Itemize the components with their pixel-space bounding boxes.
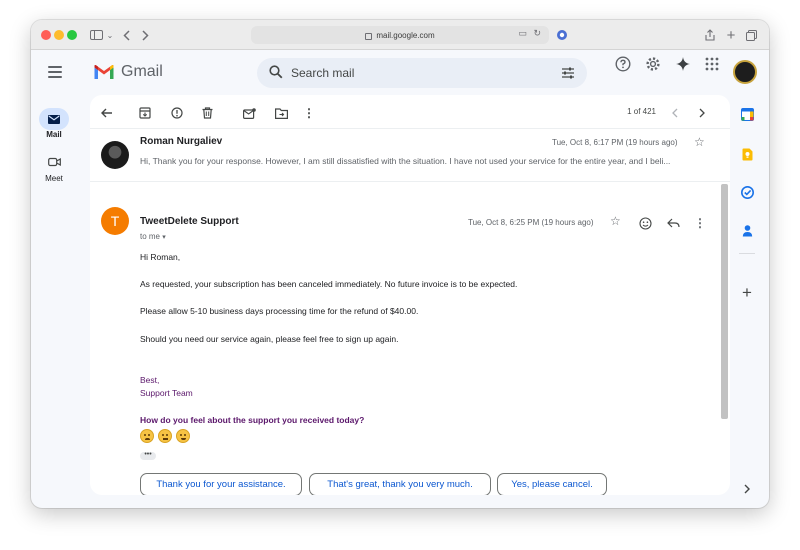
gmail-logo[interactable]: Gmail — [93, 63, 163, 81]
body-paragraph: Should you need our service again, pleas… — [140, 334, 399, 344]
tasks-app-icon[interactable] — [733, 181, 761, 203]
tab-overview-icon[interactable] — [744, 26, 758, 44]
rail-divider — [739, 253, 755, 254]
archive-icon[interactable] — [136, 104, 154, 122]
extension-icon[interactable] — [555, 26, 569, 44]
message-date: Tue, Oct 8, 6:25 PM (19 hours ago) — [468, 218, 594, 227]
body-greeting: Hi Roman, — [140, 252, 181, 262]
add-reaction-icon[interactable] — [634, 212, 656, 234]
browser-window: ⌄ mail.google.com ▭ ↻ + Gmail Search mai… — [31, 20, 769, 508]
recipient-text: to me — [140, 232, 161, 241]
feedback-question: How do you feel about the support you re… — [140, 415, 365, 425]
move-to-folder-icon[interactable] — [272, 104, 290, 122]
sidebar-toggle-icon[interactable] — [85, 26, 107, 44]
body-paragraph: As requested, your subscription has been… — [140, 279, 518, 289]
nav-meet-button[interactable] — [39, 151, 69, 173]
reply-icon[interactable] — [662, 212, 684, 234]
forward-icon[interactable] — [138, 26, 152, 44]
contacts-app-icon[interactable] — [733, 219, 761, 241]
message-more-icon[interactable]: ⋮ — [689, 212, 711, 234]
search-bar[interactable]: Search mail — [257, 58, 587, 88]
signature-line: Support Team — [140, 388, 193, 398]
neutral-face-icon[interactable] — [158, 429, 172, 443]
url-text: mail.google.com — [376, 30, 435, 40]
search-options-icon[interactable] — [561, 66, 575, 84]
message-date: Tue, Oct 8, 6:17 PM (19 hours ago) — [552, 138, 678, 147]
close-window-button[interactable] — [41, 30, 51, 40]
reload-icon[interactable]: ▭ ↻ — [518, 28, 543, 39]
address-bar[interactable]: mail.google.com ▭ ↻ — [251, 26, 549, 44]
main-menu-icon[interactable] — [48, 66, 62, 78]
gmail-m-icon — [94, 64, 114, 79]
gmail-wordmark: Gmail — [121, 63, 163, 80]
star-icon[interactable]: ☆ — [610, 214, 621, 228]
sender-avatar — [101, 141, 129, 169]
chevron-down-icon[interactable]: ⌄ — [106, 26, 114, 44]
help-icon[interactable] — [612, 53, 634, 75]
scrollbar-thumb[interactable] — [721, 184, 728, 419]
lock-icon — [365, 32, 373, 40]
back-icon[interactable] — [119, 26, 133, 44]
back-to-inbox-icon[interactable] — [98, 104, 116, 122]
nav-meet-label: Meet — [45, 174, 63, 183]
sad-face-icon[interactable] — [140, 429, 154, 443]
older-chevron-icon[interactable] — [693, 104, 711, 122]
delete-trash-icon[interactable] — [198, 104, 216, 122]
nav-mail-label: Mail — [46, 130, 62, 139]
mark-unread-icon[interactable] — [240, 104, 258, 122]
more-actions-icon[interactable]: ⋮ — [300, 104, 318, 122]
search-input[interactable]: Search mail — [291, 66, 354, 80]
body-paragraph: Please allow 5-10 business days processi… — [140, 306, 419, 316]
video-camera-icon — [47, 157, 61, 167]
report-spam-icon[interactable] — [168, 104, 186, 122]
message-snippet: Hi, Thank you for your response. However… — [140, 156, 671, 166]
fullscreen-window-button[interactable] — [67, 30, 77, 40]
newer-chevron-icon[interactable] — [666, 104, 684, 122]
sender-avatar: T — [101, 207, 129, 235]
share-icon[interactable] — [703, 26, 717, 44]
search-icon[interactable] — [269, 65, 283, 84]
message-view: ⋮ 1 of 421 Roman Nurgaliev Tue, Oct 8, 6… — [90, 95, 730, 495]
gemini-sparkle-icon[interactable] — [672, 53, 694, 75]
show-trimmed-content-button[interactable]: ••• — [140, 451, 156, 460]
collapsed-message[interactable]: Roman Nurgaliev Tue, Oct 8, 6:17 PM (19 … — [90, 128, 730, 182]
calendar-app-icon[interactable] — [733, 103, 761, 125]
happy-face-icon[interactable] — [176, 429, 190, 443]
star-icon[interactable]: ☆ — [694, 135, 705, 149]
keep-app-icon[interactable] — [733, 143, 761, 165]
browser-toolbar: ⌄ mail.google.com ▭ ↻ + — [31, 20, 769, 50]
signature-line: Best, — [140, 375, 160, 385]
sender-name: TweetDelete Support — [140, 216, 239, 227]
apps-grid-icon[interactable] — [701, 53, 723, 75]
nav-mail-button[interactable] — [39, 108, 69, 130]
message-pager: 1 of 421 — [627, 107, 656, 116]
recipient-dropdown[interactable]: to me ▾ — [140, 232, 166, 241]
sender-name: Roman Nurgaliev — [140, 136, 223, 147]
smart-reply-button[interactable]: Yes, please cancel. — [497, 473, 607, 495]
get-addons-plus-icon[interactable]: + — [733, 282, 761, 304]
feedback-emojis — [140, 429, 190, 443]
expand-side-panel-icon[interactable] — [733, 478, 761, 500]
minimize-window-button[interactable] — [54, 30, 64, 40]
caret-down-icon: ▾ — [162, 234, 166, 241]
account-avatar[interactable] — [733, 60, 757, 84]
new-tab-icon[interactable]: + — [724, 26, 738, 44]
mail-icon — [48, 114, 60, 124]
smart-reply-button[interactable]: That's great, thank you very much. — [309, 473, 491, 495]
settings-gear-icon[interactable] — [642, 53, 664, 75]
smart-reply-button[interactable]: Thank you for your assistance. — [140, 473, 302, 495]
